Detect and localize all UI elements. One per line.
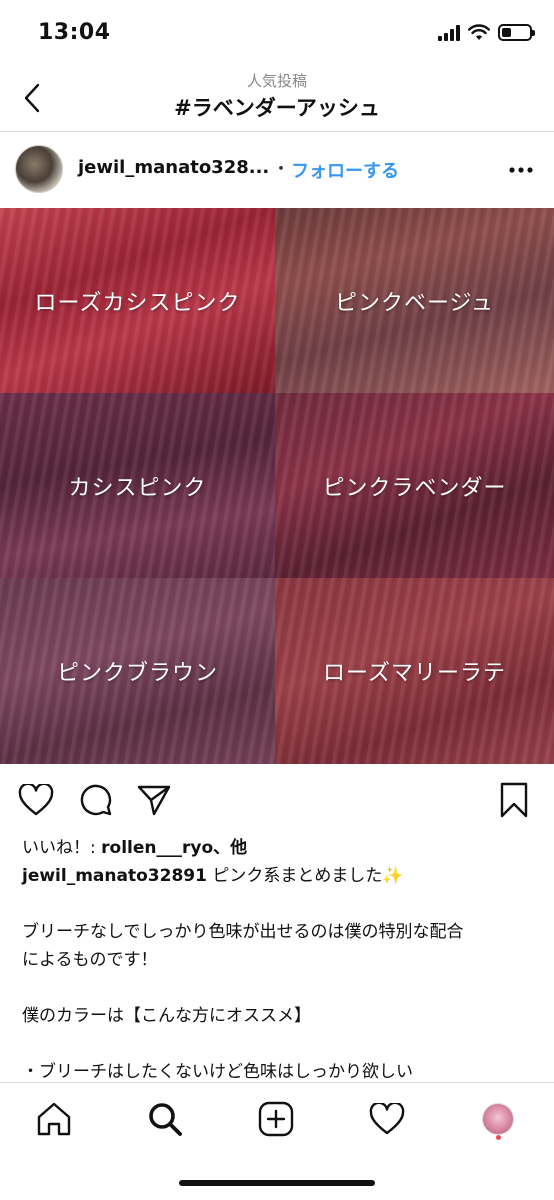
page-title: #ラベンダーアッシュ (174, 96, 380, 120)
photo-tile: ローズマリーラテ (275, 578, 554, 764)
tile-label: ローズマリーラテ (323, 661, 506, 686)
caption-line: によるものです！ (22, 950, 158, 970)
bookmark-icon (500, 782, 528, 818)
profile-icon (482, 1103, 514, 1135)
photo-tile: ローズカシスピンク (0, 208, 275, 393)
photo-tile: ピンクベージュ (275, 208, 554, 393)
bookmark-button[interactable] (494, 780, 534, 820)
comment-icon (80, 784, 112, 816)
more-options-button[interactable] (506, 155, 536, 185)
photo-tile: カシスピンク (0, 393, 275, 578)
caption-author[interactable]: jewil_manato32891 (22, 866, 207, 886)
likes-suffix: 、他 (213, 838, 248, 858)
home-indicator[interactable] (179, 1180, 375, 1186)
caption-first-line: jewil_manato32891 ピンク系まとめました✨ (22, 862, 537, 890)
nav-activity[interactable] (363, 1095, 411, 1143)
heart-icon (18, 784, 54, 816)
notification-dot (496, 1135, 501, 1140)
post-photo[interactable]: ローズカシスピンク ピンクベージュ カシスピンク ピンクラベンダー ピンクブラウ… (0, 208, 554, 764)
add-icon (258, 1101, 294, 1137)
follow-button[interactable]: フォローする (291, 157, 399, 183)
caption-line: 僕のカラーは【こんな方にオススメ】 (22, 1006, 311, 1026)
nav-home[interactable] (30, 1095, 78, 1143)
avatar[interactable] (15, 145, 63, 193)
signal-icon (438, 24, 460, 41)
battery-icon (498, 24, 535, 41)
top-header: 人気投稿 #ラベンダーアッシュ (0, 68, 554, 132)
likes-user[interactable]: rollen___ryo (101, 838, 213, 858)
more-icon (509, 167, 533, 173)
like-button[interactable] (16, 780, 56, 820)
wifi-icon (468, 24, 490, 40)
likes-prefix: いいね！: (22, 838, 102, 858)
status-bar: 13:04 (0, 0, 554, 68)
caption-line: ブリーチなしでしっかり色味が出せるのは僕の特別な配合 (22, 922, 464, 942)
share-button[interactable] (134, 780, 174, 820)
tile-label: ローズカシスピンク (34, 290, 241, 316)
search-icon (149, 1103, 182, 1136)
activity-icon (369, 1103, 405, 1135)
nav-search[interactable] (141, 1095, 189, 1143)
tile-label: カシスピンク (68, 475, 207, 501)
tile-label: ピンクラベンダー (322, 475, 507, 501)
post-username[interactable]: jewil_manato328... (78, 157, 269, 178)
post-header: jewil_manato328... ・ フォローする (0, 133, 554, 208)
nav-add[interactable] (252, 1095, 300, 1143)
status-time: 13:04 (38, 20, 111, 45)
tile-label: ピンクベージュ (334, 290, 495, 316)
likes-line[interactable]: いいね！: rollen___ryo、他 (22, 834, 537, 862)
photo-tile: ピンクラベンダー (275, 393, 554, 578)
home-icon (37, 1102, 71, 1136)
post-actions (0, 772, 554, 828)
share-icon (137, 785, 171, 816)
post-caption: いいね！: rollen___ryo、他 jewil_manato32891 ピ… (22, 834, 537, 1086)
separator-dot: ・ (272, 159, 290, 180)
photo-tile: ピンクブラウン (0, 578, 275, 764)
tile-label: ピンクブラウン (56, 661, 218, 686)
header-subtitle: 人気投稿 (246, 72, 307, 90)
comment-button[interactable] (76, 780, 116, 820)
caption-text: ピンク系まとめました✨ (206, 866, 404, 886)
status-icons (438, 24, 535, 41)
